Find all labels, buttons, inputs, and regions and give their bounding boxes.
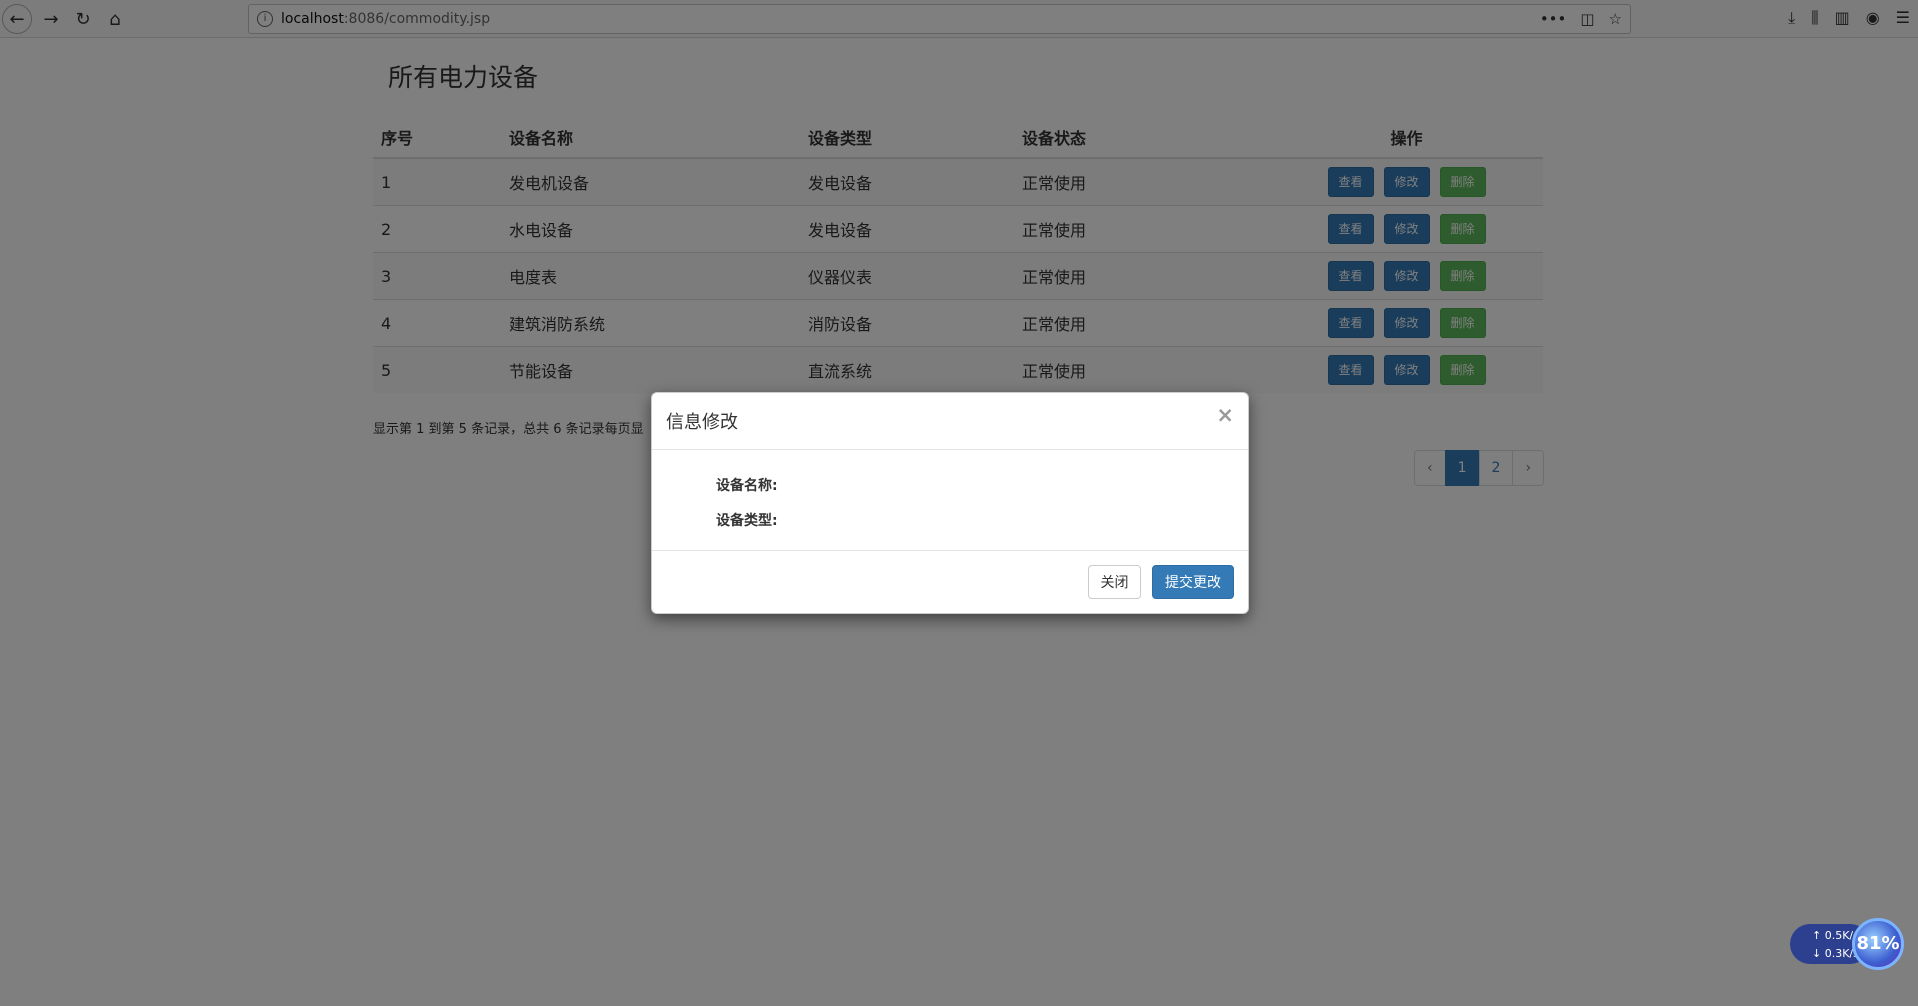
device-type-label: 设备类型:: [716, 513, 778, 529]
network-monitor-widget[interactable]: ↑ 0.5K/s ↓ 0.3K/s 81%: [1790, 918, 1908, 970]
modal-footer: 关闭 提交更改: [652, 551, 1248, 615]
device-name-label: 设备名称:: [716, 478, 778, 494]
edit-modal: 信息修改 × 设备名称: 设备类型: 关闭 提交更改: [651, 392, 1249, 614]
submit-button[interactable]: 提交更改: [1152, 565, 1234, 599]
modal-header: 信息修改 ×: [652, 393, 1248, 450]
usage-percent-circle: 81%: [1852, 918, 1904, 970]
close-button[interactable]: 关闭: [1088, 565, 1141, 599]
modal-title: 信息修改: [666, 412, 738, 433]
modal-body: 设备名称: 设备类型:: [652, 450, 1248, 551]
close-icon[interactable]: ×: [1216, 403, 1234, 427]
